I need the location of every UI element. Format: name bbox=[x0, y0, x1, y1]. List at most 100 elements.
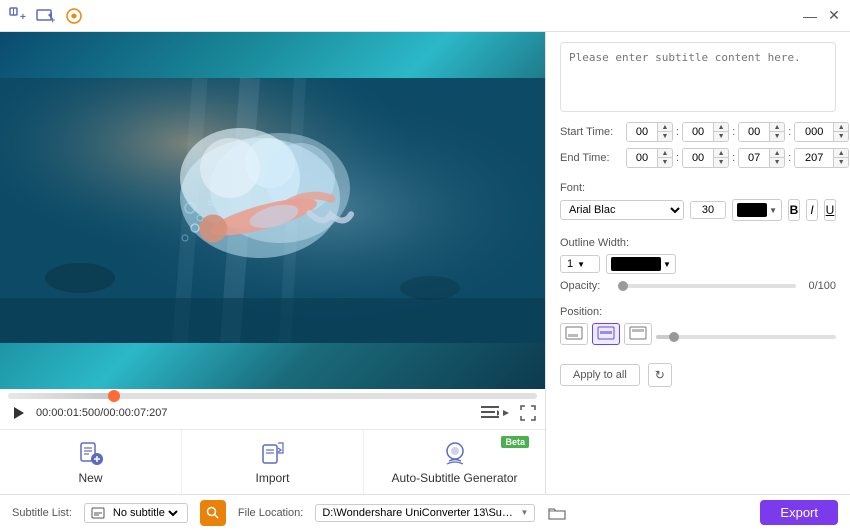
font-color-picker[interactable]: ▼ bbox=[732, 199, 782, 221]
end-sec-down[interactable]: ▼ bbox=[770, 158, 784, 167]
bold-button[interactable]: B bbox=[788, 199, 800, 221]
end-ms-up[interactable]: ▲ bbox=[834, 149, 848, 158]
end-sec-up[interactable]: ▲ bbox=[770, 149, 784, 158]
start-hour-down[interactable]: ▼ bbox=[658, 132, 672, 141]
new-button[interactable]: New bbox=[0, 430, 182, 494]
subtitle-input[interactable] bbox=[560, 42, 836, 112]
video-placeholder bbox=[0, 32, 545, 389]
apply-all-button[interactable]: Apply to all bbox=[560, 364, 640, 386]
start-min-up[interactable]: ▲ bbox=[714, 123, 728, 132]
outline-color-picker[interactable]: ▼ bbox=[606, 254, 676, 274]
time-display: 00:00:01:500/00:00:07:207 bbox=[36, 407, 168, 419]
underline-button[interactable]: U bbox=[824, 199, 836, 221]
autosub-button[interactable]: Beta Auto-Subtitle Generator bbox=[364, 430, 545, 494]
action-buttons: New Import Beta bbox=[0, 429, 545, 494]
import-label: Import bbox=[255, 471, 289, 485]
autosub-icon bbox=[441, 439, 469, 467]
end-ms-field: ▲ ▼ bbox=[794, 148, 849, 168]
play-button[interactable] bbox=[8, 403, 28, 423]
opacity-slider[interactable] bbox=[623, 284, 796, 288]
video-controls: 00:00:01:500/00:00:07:207 bbox=[0, 389, 545, 429]
end-hour-up[interactable]: ▲ bbox=[658, 149, 672, 158]
subtitle-icon bbox=[91, 506, 105, 520]
font-family-select[interactable]: Arial Blac Arial Times New Roman bbox=[560, 200, 684, 220]
file-path-display: D:\Wondershare UniConverter 13\SubEdite … bbox=[315, 504, 535, 522]
start-sec-down[interactable]: ▼ bbox=[770, 132, 784, 141]
controls-left: 00:00:01:500/00:00:07:207 bbox=[8, 403, 168, 423]
app-icon-2[interactable]: + bbox=[36, 6, 56, 26]
minimize-button[interactable]: — bbox=[802, 8, 818, 24]
end-min-input[interactable] bbox=[683, 150, 713, 166]
start-ms-up[interactable]: ▲ bbox=[834, 123, 848, 132]
end-min-up[interactable]: ▲ bbox=[714, 149, 728, 158]
subtitle-dropdown[interactable]: No subtitle bbox=[84, 503, 188, 523]
close-button[interactable]: ✕ bbox=[826, 8, 842, 24]
start-sec-spinners: ▲ ▼ bbox=[769, 123, 784, 141]
opacity-thumb[interactable] bbox=[618, 281, 628, 291]
autosub-label: Auto-Subtitle Generator bbox=[391, 471, 517, 485]
start-min-down[interactable]: ▼ bbox=[714, 132, 728, 141]
font-label: Font: bbox=[560, 182, 836, 194]
video-area[interactable] bbox=[0, 32, 545, 389]
folder-button[interactable] bbox=[547, 503, 567, 523]
fullscreen-button[interactable] bbox=[519, 404, 537, 422]
start-sec-field: ▲ ▼ bbox=[738, 122, 785, 142]
outline-value: 1 bbox=[567, 258, 573, 270]
outline-select[interactable]: 1 ▼ bbox=[560, 255, 600, 273]
end-sec-field: ▲ ▼ bbox=[738, 148, 785, 168]
outline-label: Outline Width: bbox=[560, 237, 836, 249]
end-hour-input[interactable] bbox=[627, 150, 657, 166]
new-label: New bbox=[78, 471, 102, 485]
end-ms-input[interactable] bbox=[795, 150, 833, 166]
position-slider[interactable] bbox=[656, 335, 836, 339]
end-hour-down[interactable]: ▼ bbox=[658, 158, 672, 167]
pos-center[interactable] bbox=[592, 323, 620, 345]
progress-bar[interactable] bbox=[8, 393, 537, 399]
end-hour-field: ▲ ▼ bbox=[626, 148, 673, 168]
start-ms-input[interactable] bbox=[795, 124, 833, 140]
app-icon-3[interactable] bbox=[64, 6, 84, 26]
folder-icon bbox=[548, 505, 566, 521]
end-ms-down[interactable]: ▼ bbox=[834, 158, 848, 167]
font-row: Arial Blac Arial Times New Roman ▼ B I U bbox=[560, 199, 836, 221]
start-hour-up[interactable]: ▲ bbox=[658, 123, 672, 132]
refresh-button[interactable]: ↻ bbox=[648, 363, 672, 387]
start-hour-input[interactable] bbox=[627, 124, 657, 140]
end-time-label: End Time: bbox=[560, 152, 620, 164]
start-min-input[interactable] bbox=[683, 124, 713, 140]
import-icon bbox=[259, 439, 287, 467]
progress-fill bbox=[8, 393, 114, 399]
position-row bbox=[560, 323, 836, 351]
end-time-inputs: ▲ ▼ : ▲ ▼ : ▲ ▼ bbox=[626, 148, 849, 168]
import-button[interactable]: Import bbox=[182, 430, 364, 494]
end-sec-spinners: ▲ ▼ bbox=[769, 149, 784, 167]
outline-row: 1 ▼ ▼ bbox=[560, 254, 836, 274]
start-sec-up[interactable]: ▲ bbox=[770, 123, 784, 132]
pos-top-left[interactable] bbox=[560, 323, 588, 345]
search-subtitle-button[interactable] bbox=[200, 500, 226, 526]
right-panel: Start Time: ▲ ▼ : ▲ ▼ : bbox=[545, 32, 850, 494]
main-content: 00:00:01:500/00:00:07:207 bbox=[0, 32, 850, 494]
font-size-input[interactable] bbox=[690, 201, 726, 219]
position-thumb[interactable] bbox=[669, 332, 679, 342]
end-min-down[interactable]: ▼ bbox=[714, 158, 728, 167]
subtitle-select[interactable]: No subtitle bbox=[109, 506, 181, 520]
end-sec-input[interactable] bbox=[739, 150, 769, 166]
progress-thumb[interactable] bbox=[108, 390, 120, 402]
speed-button[interactable] bbox=[481, 406, 511, 420]
start-time-row: Start Time: ▲ ▼ : ▲ ▼ : bbox=[560, 122, 836, 142]
start-time-label: Start Time: bbox=[560, 126, 620, 138]
app-icon-1[interactable]: + bbox=[8, 6, 28, 26]
svg-text:+: + bbox=[20, 12, 26, 23]
export-button[interactable]: Export bbox=[760, 500, 838, 525]
end-time-row: End Time: ▲ ▼ : ▲ ▼ : bbox=[560, 148, 836, 168]
italic-button[interactable]: I bbox=[806, 199, 818, 221]
pos-bottom[interactable] bbox=[624, 323, 652, 345]
start-ms-field: ▲ ▼ bbox=[794, 122, 849, 142]
start-sec-input[interactable] bbox=[739, 124, 769, 140]
start-ms-down[interactable]: ▼ bbox=[834, 132, 848, 141]
opacity-row: Opacity: 0/100 bbox=[560, 280, 836, 292]
end-min-field: ▲ ▼ bbox=[682, 148, 729, 168]
file-location-label: File Location: bbox=[238, 507, 303, 519]
bottom-bar: Subtitle List: No subtitle File Location… bbox=[0, 494, 850, 530]
